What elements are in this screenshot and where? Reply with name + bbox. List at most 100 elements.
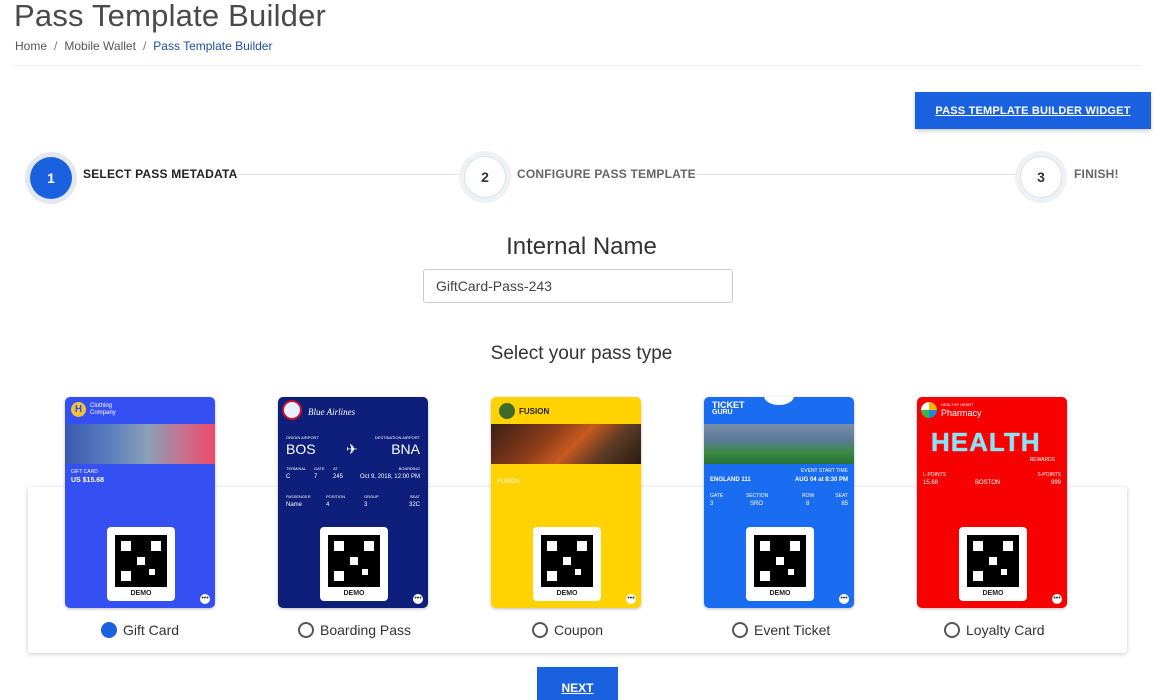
event-name: ENGLAND 111: [710, 477, 751, 483]
airline-logo-icon: [282, 400, 302, 420]
boarding-value: Oct 9, 2018, 12:00 PM: [359, 474, 420, 480]
step-1-circle[interactable]: 1: [30, 157, 72, 199]
ticket-notch: [764, 397, 794, 405]
event-row-value: 8: [806, 501, 810, 507]
boarding-pass-preview[interactable]: Blue Airlines ORIGIN AIRPORT DESTINATION…: [278, 397, 428, 608]
terminal-value: C: [286, 474, 291, 480]
ticket-guru-logo: TICKET GURU: [712, 401, 745, 417]
demo-label: DEMO: [130, 590, 152, 597]
gift-brand-line1: Clothing: [90, 403, 113, 409]
loyalty-card-preview[interactable]: HEALTHY HEART Pharmacy HEALTH REWARDS L-…: [917, 397, 1067, 608]
gift-brand: Clothing Company: [90, 403, 116, 417]
fusion-logo-icon: [499, 403, 515, 419]
event-ticket-preview[interactable]: TICKET GURU EVENT START TIME ENGLAND 111…: [704, 397, 854, 608]
breadcrumb-home[interactable]: Home: [15, 39, 47, 53]
more-options-icon[interactable]: •••: [626, 594, 636, 604]
passenger-value: Name: [286, 502, 303, 508]
internal-name-label: Internal Name: [506, 233, 657, 260]
event-seat-label: SEAT: [835, 493, 848, 499]
clothing-company-logo: H: [71, 402, 86, 417]
lpoints-label: L-POINTS: [923, 472, 947, 478]
qr-code: DEMO: [533, 527, 601, 601]
step-connector: [237, 174, 462, 175]
qr-code: DEMO: [746, 527, 814, 601]
breadcrumb-current: Pass Template Builder: [153, 39, 273, 53]
event-start-label: EVENT START TIME: [800, 468, 848, 474]
more-options-icon[interactable]: •••: [839, 594, 849, 604]
airline-name: Blue Airlines: [308, 407, 356, 417]
radio-button[interactable]: [944, 622, 960, 638]
radio-button[interactable]: [532, 622, 548, 638]
qr-code-icon: [115, 535, 167, 587]
radio-button[interactable]: [298, 622, 314, 638]
event-seat-value: 85: [841, 501, 848, 507]
group-value: 3: [364, 502, 368, 508]
radio-label: Gift Card: [123, 622, 180, 638]
gift-field-label: GIFT CARD: [71, 469, 98, 475]
step-connector: [693, 174, 1015, 175]
gift-card-preview[interactable]: H Clothing Company GIFT CARD US $15.68 D…: [65, 397, 215, 608]
radio-label: Event Ticket: [754, 622, 831, 638]
pass-template-builder-widget-button[interactable]: PASS TEMPLATE BUILDER WIDGET: [915, 92, 1151, 129]
event-gate-label: GATE: [710, 493, 724, 499]
step-3-label: FINISH!: [1074, 167, 1119, 181]
radio-button[interactable]: [732, 622, 748, 638]
position-label: POSITION: [326, 494, 346, 499]
demo-label: DEMO: [769, 590, 791, 597]
boarding-label: BOARDING: [398, 466, 420, 471]
coupon-preview[interactable]: FUSION FUSION DEMO •••: [491, 397, 641, 608]
breadcrumb-mobile-wallet[interactable]: Mobile Wallet: [64, 39, 136, 53]
event-row-label: ROW: [802, 493, 815, 499]
at-value: 245: [333, 474, 344, 480]
gate-value: 7: [314, 474, 318, 480]
more-options-icon[interactable]: •••: [1052, 594, 1062, 604]
more-options-icon[interactable]: •••: [413, 594, 423, 604]
origin-airport: BOS: [286, 441, 316, 457]
step-2-label: CONFIGURE PASS TEMPLATE: [517, 167, 696, 181]
coupon-food-image: [491, 424, 641, 464]
qr-code-icon: [754, 535, 806, 587]
coupon-brand: FUSION: [519, 407, 550, 416]
gate-label: GATE: [314, 466, 325, 471]
breadcrumb: Home / Mobile Wallet / Pass Template Bui…: [15, 39, 272, 53]
plane-icon: ✈: [346, 441, 358, 457]
pharmacy-small-brand: HEALTHY HEART: [941, 402, 974, 407]
position-value: 4: [326, 502, 330, 508]
internal-name-input[interactable]: [423, 269, 733, 303]
pharmacy-logo-icon: [921, 402, 937, 418]
more-options-icon[interactable]: •••: [200, 594, 210, 604]
header-divider: [14, 65, 1142, 66]
rewards-label: REWARDS: [1029, 457, 1055, 463]
spoints-value: 999: [1050, 480, 1061, 486]
page-title: Pass Template Builder: [14, 0, 327, 33]
seat-value: 32C: [408, 502, 420, 508]
step-3-circle[interactable]: 3: [1020, 156, 1062, 198]
demo-label: DEMO: [982, 590, 1004, 597]
event-section-value: SRO: [750, 501, 764, 507]
passenger-label: PASSENGER: [286, 494, 311, 499]
qr-code-icon: [967, 535, 1019, 587]
radio-button-checked[interactable]: [101, 622, 117, 638]
radio-loyalty-card[interactable]: Loyalty Card: [944, 622, 1045, 638]
spoints-label: S-POINTS: [1037, 472, 1061, 478]
gift-field-value: US $15.68: [71, 477, 105, 484]
coupon-field: FUSION: [497, 479, 520, 485]
terminal-label: TERMINAL: [286, 466, 307, 471]
event-section-label: SECTION: [746, 493, 769, 499]
event-gate-value: 3: [710, 501, 714, 507]
radio-coupon[interactable]: Coupon: [532, 622, 603, 638]
radio-label: Loyalty Card: [966, 622, 1045, 638]
radio-event-ticket[interactable]: Event Ticket: [732, 622, 830, 638]
event-start-value: AUG 04 at 8:30 PM: [794, 477, 848, 483]
radio-gift-card[interactable]: Gift Card: [101, 622, 179, 638]
next-button[interactable]: NEXT: [537, 667, 618, 700]
radio-label: Coupon: [554, 622, 604, 638]
destination-airport: BNA: [391, 441, 420, 457]
radio-boarding-pass[interactable]: Boarding Pass: [298, 622, 411, 638]
radio-label: Boarding Pass: [320, 622, 412, 638]
step-2-circle[interactable]: 2: [464, 156, 506, 198]
qr-code: DEMO: [107, 527, 175, 601]
breadcrumb-separator: /: [54, 39, 58, 53]
step-1-label: SELECT PASS METADATA: [83, 167, 238, 181]
select-pass-type-label: Select your pass type: [490, 343, 673, 364]
